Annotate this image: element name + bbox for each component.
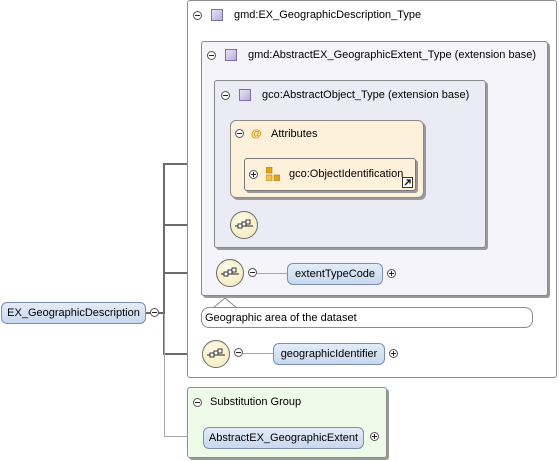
object-type-toggle[interactable] — [221, 91, 230, 100]
type-icon — [225, 49, 237, 61]
outer-type-toggle[interactable] — [193, 11, 202, 20]
sequence-1-toggle[interactable] — [248, 268, 257, 277]
sequence-2-toggle[interactable] — [234, 348, 243, 357]
sequence-compositor-1[interactable] — [216, 259, 244, 287]
root-element[interactable]: EX_GeographicDescription — [1, 302, 146, 324]
extent-type-toggle[interactable] — [207, 51, 216, 60]
sequence-compositor-2[interactable] — [202, 340, 230, 368]
documentation-balloon: Geographic area of the dataset — [201, 307, 533, 328]
attributes-toggle[interactable] — [235, 129, 244, 138]
object-type-label: gco:AbstractObject_Type (extension base) — [262, 89, 470, 101]
substitution-member-expand[interactable] — [370, 432, 379, 441]
attributes-box: @ Attributes gco:ObjectIdentification — [230, 120, 424, 198]
geographic-identifier-expand[interactable] — [389, 349, 398, 358]
extent-type-label: gmd:AbstractEX_GeographicExtent_Type (ex… — [248, 49, 536, 61]
attributes-label: Attributes — [271, 128, 318, 140]
at-icon: @ — [251, 128, 262, 140]
reference-arrow-icon — [402, 177, 413, 188]
substitution-group-toggle[interactable] — [193, 398, 202, 407]
substitution-group-box: Substitution Group AbstractEX_Geographic… — [187, 387, 387, 458]
attribute-group-label: gco:ObjectIdentification — [289, 168, 404, 180]
substitution-group-label: Substitution Group — [210, 396, 302, 408]
connector-geographic-identifier — [243, 353, 273, 354]
geographic-identifier-element[interactable]: geographicIdentifier — [273, 343, 385, 365]
attribute-group-box[interactable]: gco:ObjectIdentification — [244, 158, 416, 191]
root-element-toggle[interactable] — [150, 308, 159, 317]
type-icon — [239, 89, 251, 101]
extent-type-code-element[interactable]: extentTypeCode — [287, 263, 383, 285]
attribute-group-icon — [266, 167, 280, 181]
sequence-compositor-inner[interactable] — [230, 211, 258, 239]
type-icon — [211, 9, 223, 21]
connector-extent-code — [257, 273, 287, 274]
expand-toggle[interactable] — [249, 170, 258, 179]
extent-type-code-expand[interactable] — [387, 269, 396, 278]
documentation-text: Geographic area of the dataset — [205, 312, 357, 324]
connector-substitution-v — [164, 314, 165, 436]
outer-type-label: gmd:EX_GeographicDescription_Type — [234, 9, 422, 21]
substitution-member-element[interactable]: AbstractEX_GeographicExtent — [203, 427, 364, 449]
